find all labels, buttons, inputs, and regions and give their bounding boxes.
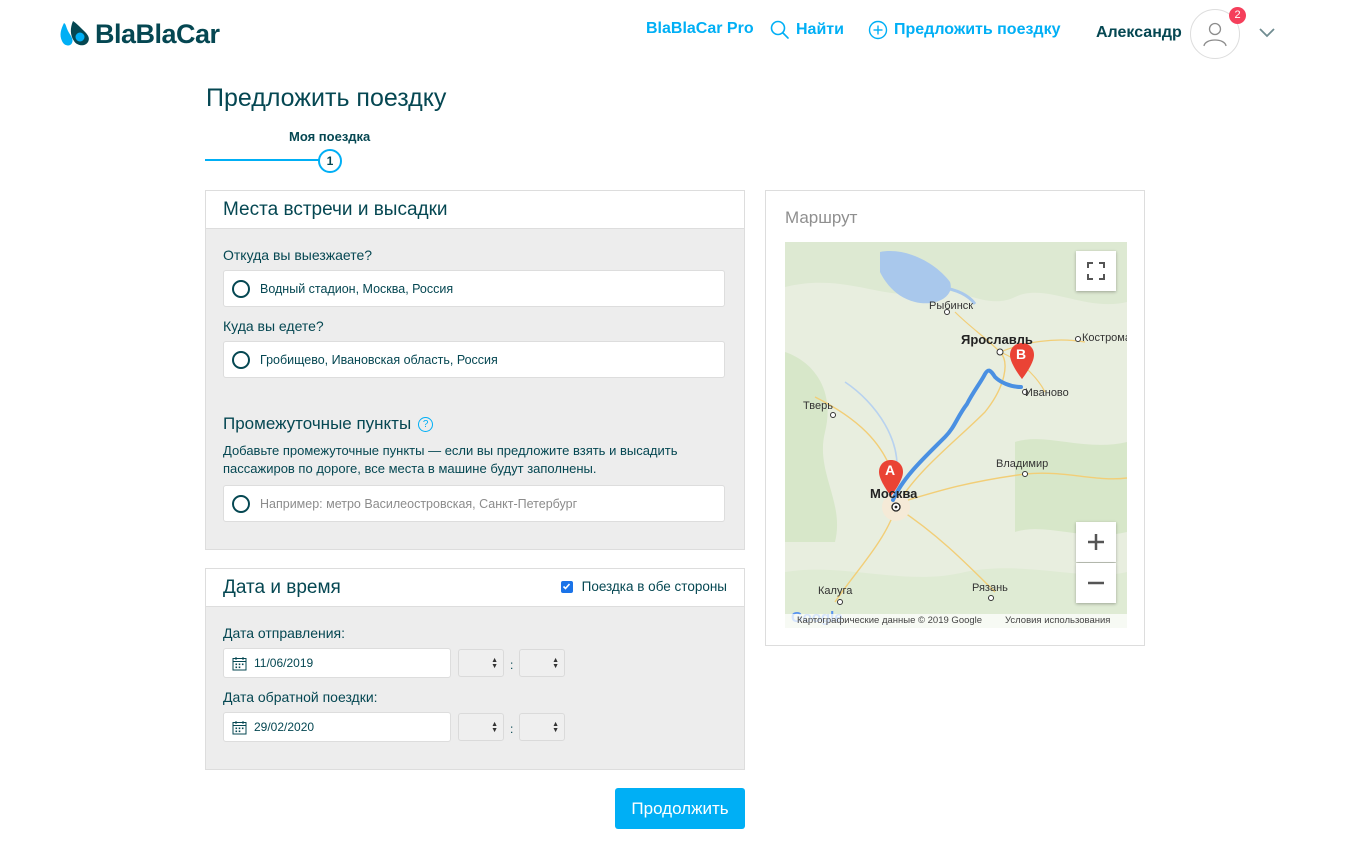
city-kostroma: Кострома xyxy=(1082,332,1127,344)
blablacar-logo[interactable]: BlaBlaCar xyxy=(58,16,220,52)
departure-label: Дата отправления: xyxy=(223,625,346,641)
nav-offer-link[interactable]: Предложить поездку xyxy=(868,20,1061,40)
datetime-title: Дата и время xyxy=(223,576,341,598)
plus-icon xyxy=(1088,534,1104,550)
return-time-separator: : xyxy=(510,722,514,736)
origin-circle-icon xyxy=(232,279,250,298)
nav-pro[interactable]: BlaBlaCar Pro xyxy=(646,20,754,38)
return-label: Дата обратной поездки: xyxy=(223,689,378,705)
places-panel-header: Места встречи и высадки xyxy=(206,191,744,229)
help-icon[interactable]: ? xyxy=(418,416,434,432)
places-title: Места встречи и высадки xyxy=(223,198,448,220)
marker-a-label: A xyxy=(885,462,896,478)
city-ryazan: Рязань xyxy=(972,582,1008,594)
marker-b-label: B xyxy=(1016,346,1027,362)
select-arrows-icon: ▲ ▼ xyxy=(552,721,559,734)
select-arrows-icon: ▲ ▼ xyxy=(491,657,498,670)
step-label: Моя поездка xyxy=(289,129,371,144)
page-title: Предложить поездку xyxy=(206,84,447,112)
city-vladimir: Владимир xyxy=(996,458,1049,470)
round-trip-checkbox[interactable] xyxy=(560,580,573,593)
datetime-panel-header: Дата и время Поездка в обе стороны xyxy=(206,569,744,607)
site-header: BlaBlaCar BlaBlaCar Pro Найти Предложить… xyxy=(0,0,1350,70)
zoom-out-button[interactable] xyxy=(1076,563,1116,603)
minus-icon xyxy=(1088,581,1104,585)
departure-hour-select[interactable]: ▲ ▼ xyxy=(458,649,504,677)
select-arrows-icon: ▲ ▼ xyxy=(552,657,559,670)
city-ivanovo: Иваново xyxy=(1025,387,1069,399)
continue-button[interactable]: Продолжить xyxy=(615,788,745,829)
departure-minute-select[interactable]: ▲ ▼ xyxy=(519,649,565,677)
step-indicator: 1 xyxy=(318,149,342,173)
return-date-input[interactable]: 29/02/2020 xyxy=(223,712,451,742)
map-footer: Картографические данные © 2019 Google Ус… xyxy=(785,614,1127,628)
waypoint-circle-icon xyxy=(232,494,250,513)
from-value: Водный стадион, Москва, Россия xyxy=(260,281,454,296)
fullscreen-button[interactable] xyxy=(1076,251,1116,291)
departure-time-separator: : xyxy=(510,658,514,672)
to-label: Куда вы едете? xyxy=(223,318,324,334)
from-input[interactable]: Водный стадион, Москва, Россия xyxy=(223,270,725,307)
city-kaluga: Калуга xyxy=(818,585,853,597)
departure-date-input[interactable]: 11/06/2019 xyxy=(223,648,451,678)
user-icon xyxy=(1203,22,1227,47)
datetime-panel: Дата и время Поездка в обе стороны Дата … xyxy=(205,568,745,770)
logo-icon xyxy=(58,19,92,49)
zoom-in-button[interactable] xyxy=(1076,522,1116,562)
fullscreen-icon xyxy=(1087,262,1105,280)
nav-offer[interactable]: Предложить поездку xyxy=(868,20,1061,40)
departure-date-value: 11/06/2019 xyxy=(254,656,314,670)
route-map[interactable]: A B Рыбинск Ярославль Кострома Иваново Т… xyxy=(785,242,1127,628)
from-label: Откуда вы выезжаете? xyxy=(223,247,373,263)
city-tver: Тверь xyxy=(803,400,833,412)
round-trip-label: Поездка в обе стороны xyxy=(581,579,727,594)
places-panel: Места встречи и высадки Откуда вы выезжа… xyxy=(205,190,745,550)
city-rybinsk: Рыбинск xyxy=(929,300,974,312)
plus-circle-icon xyxy=(868,20,888,40)
calendar-icon xyxy=(232,720,247,734)
to-value: Гробищево, Ивановская область, Россия xyxy=(260,352,498,367)
waypoint-input[interactable]: Например: метро Василеостровская, Санкт-… xyxy=(223,485,725,522)
round-trip-toggle[interactable]: Поездка в обе стороны xyxy=(560,579,727,594)
nav-offer-label: Предложить поездку xyxy=(894,21,1061,38)
nav-find-label: Найти xyxy=(796,21,844,38)
notification-badge: 2 xyxy=(1229,7,1246,24)
city-yaroslavl: Ярославль xyxy=(961,332,1033,347)
waypoint-placeholder: Например: метро Василеостровская, Санкт-… xyxy=(260,496,578,511)
route-title: Маршрут xyxy=(785,208,858,227)
return-hour-select[interactable]: ▲ ▼ xyxy=(458,713,504,741)
checkmark-icon xyxy=(563,583,571,590)
chevron-down-icon[interactable] xyxy=(1258,25,1276,44)
nav-find[interactable]: Найти xyxy=(770,20,844,40)
return-minute-select[interactable]: ▲ ▼ xyxy=(519,713,565,741)
city-moskva: Москва xyxy=(870,486,918,501)
waypoints-heading: Промежуточные пункты ? xyxy=(223,414,434,434)
logo-text: BlaBlaCar xyxy=(95,18,220,49)
waypoints-title: Промежуточные пункты xyxy=(223,414,412,433)
map-terms-link[interactable]: Условия использования xyxy=(1005,615,1110,626)
user-name[interactable]: Александр xyxy=(1096,24,1182,42)
nav-pro-link[interactable]: BlaBlaCar Pro xyxy=(646,20,754,38)
step-progress-line xyxy=(205,159,320,161)
return-date-value: 29/02/2020 xyxy=(254,720,315,734)
calendar-icon xyxy=(232,656,247,670)
nav-find-link[interactable]: Найти xyxy=(770,20,844,40)
route-panel: Маршрут A B Рыбинск Ярославль Кострома И… xyxy=(765,190,1145,646)
map-copyright: Картографические данные © 2019 Google xyxy=(797,615,983,626)
destination-circle-icon xyxy=(232,350,250,369)
waypoints-description: Добавьте промежуточные пункты — если вы … xyxy=(223,443,678,476)
search-icon xyxy=(770,20,789,39)
to-input[interactable]: Гробищево, Ивановская область, Россия xyxy=(223,341,725,378)
select-arrows-icon: ▲ ▼ xyxy=(491,721,498,734)
